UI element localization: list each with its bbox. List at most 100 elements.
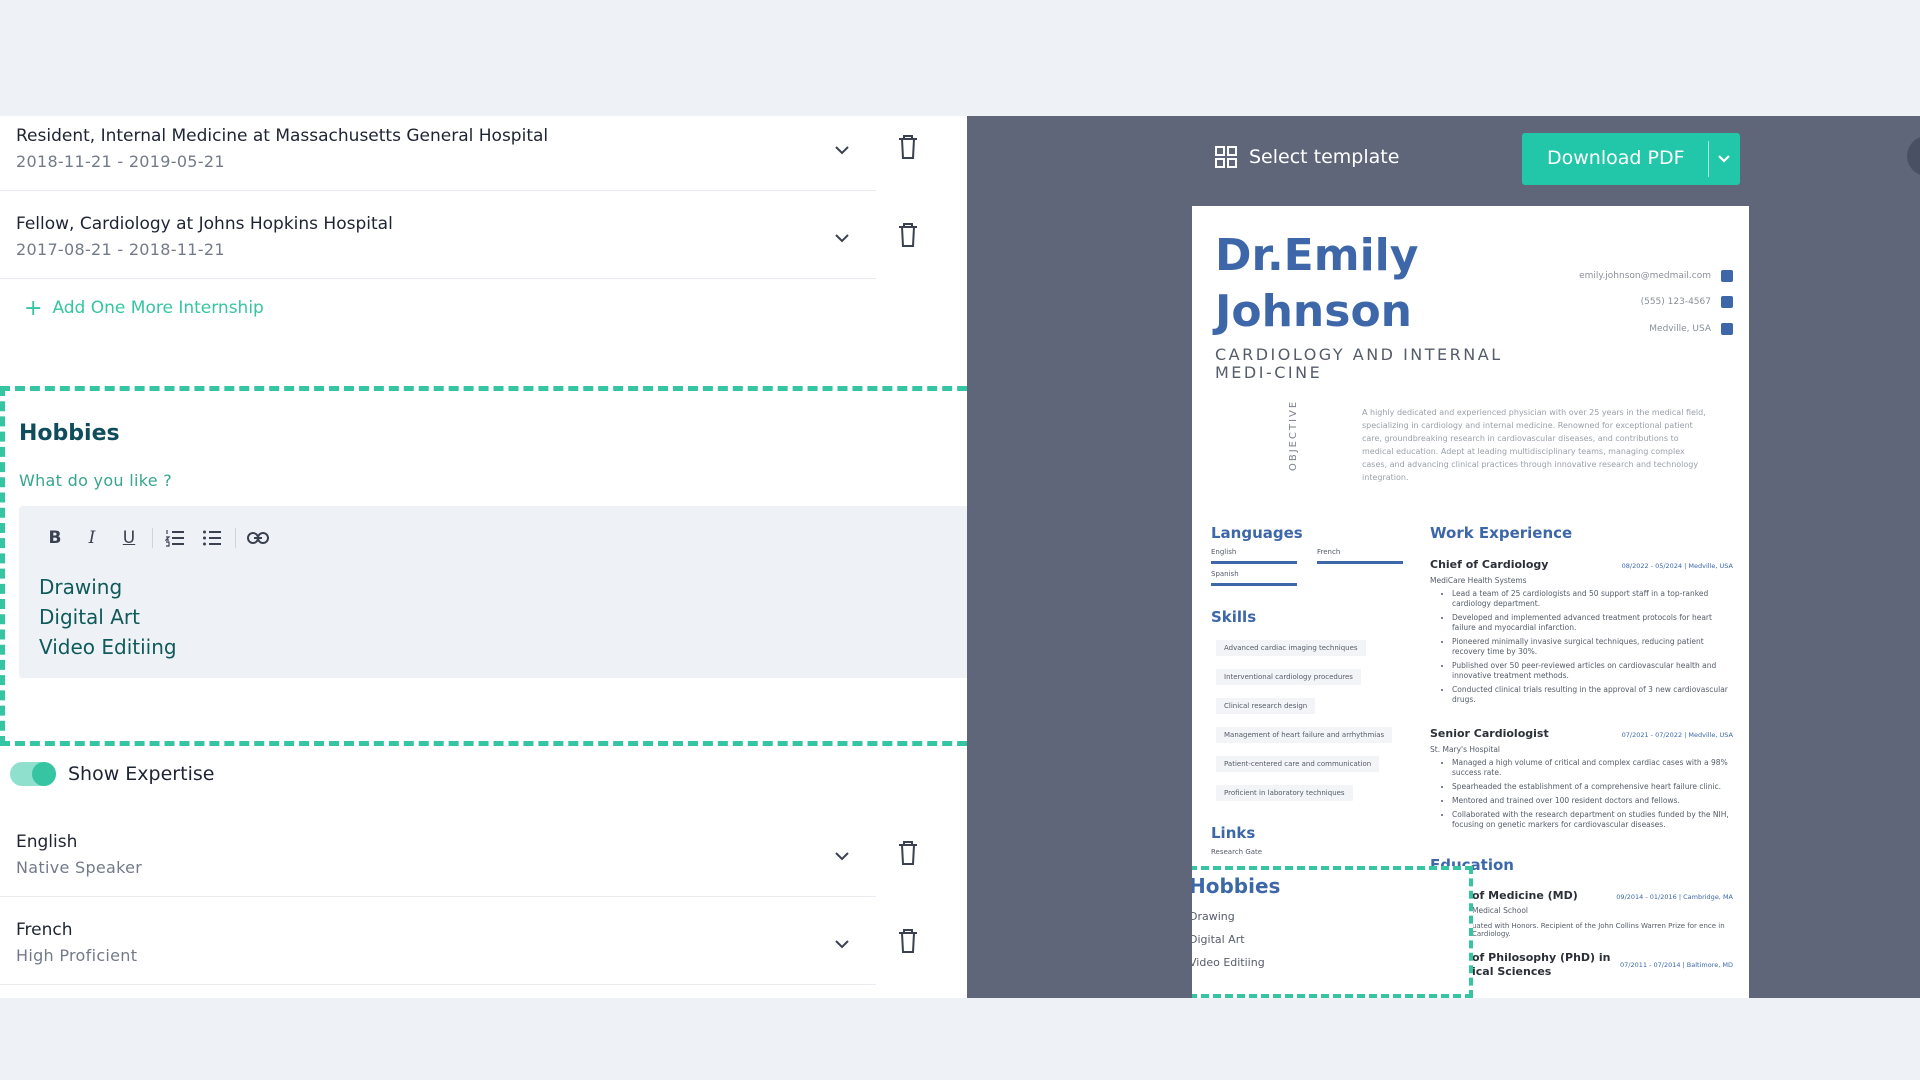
resume-location: Medville, USA	[1649, 323, 1733, 335]
trash-icon[interactable]	[896, 221, 920, 249]
chevron-down-icon[interactable]	[830, 226, 854, 250]
plus-icon: +	[24, 296, 43, 321]
edu-school: Medical School	[1472, 906, 1529, 915]
ordered-list-icon	[165, 530, 184, 547]
edu-title: of Philosophy (PhD) in	[1472, 951, 1611, 964]
chevron-down-icon[interactable]	[830, 932, 854, 956]
edu-note: uated with Honors. Recipient of the John…	[1472, 922, 1725, 938]
lang-bar	[1211, 583, 1297, 586]
trash-icon[interactable]	[896, 839, 920, 867]
edu-title: of Medicine (MD)	[1472, 889, 1578, 902]
resume-hobbies-heading: Hobbies	[1192, 874, 1281, 898]
lang-spanish: Spanish	[1211, 570, 1239, 578]
job-bullet: Mentored and trained over 100 resident d…	[1452, 796, 1730, 806]
mail-icon	[1721, 270, 1733, 282]
job-date: 07/2021 - 07/2022 | Medville, USA	[1621, 731, 1733, 739]
objective-label: OBJECTIVE	[1288, 399, 1299, 471]
hobbies-prompt: What do you like ?	[19, 471, 173, 490]
languages-heading: Languages	[1211, 524, 1303, 542]
chevron-down-icon[interactable]	[830, 844, 854, 868]
hobby-item: Video Editiing	[39, 635, 177, 659]
skill-item: Interventional cardiology procedures	[1216, 669, 1361, 685]
resume-name: Dr.Emily Johnson	[1215, 228, 1418, 340]
skills-heading: Skills	[1211, 608, 1257, 626]
chevron-down-icon[interactable]	[830, 138, 854, 162]
editor-panel: Resident, Internal Medicine at Massachus…	[0, 116, 967, 998]
hobbies-editor-content[interactable]: Drawing Digital Art Video Editiing	[39, 572, 177, 662]
trash-icon[interactable]	[896, 927, 920, 955]
editor-toolbar: B I U	[41, 524, 281, 552]
bullet-list-icon	[203, 530, 221, 546]
link-item: Research Gate	[1211, 848, 1263, 856]
resume-hobbies-section: Hobbies Drawing Digital Art Video Editii…	[1192, 866, 1473, 998]
resume-phone: (555) 123-4567	[1641, 296, 1733, 308]
skill-item: Patient-centered care and communication	[1216, 756, 1380, 772]
language-card[interactable]: English Native Speaker	[0, 822, 876, 897]
select-template-button[interactable]: Select template	[1215, 146, 1399, 168]
hobby-item: Digital Art	[39, 605, 140, 629]
job-title: Chief of Cardiology	[1430, 558, 1549, 571]
resume-hobby-item: Video Editiing	[1192, 956, 1265, 969]
internship-card[interactable]: Fellow, Cardiology at Johns Hopkins Hosp…	[0, 204, 876, 279]
language-level: High Proficient	[16, 946, 138, 965]
internship-dates: 2018-11-21 - 2019-05-21	[16, 152, 225, 171]
grid-icon	[1215, 146, 1237, 168]
language-card[interactable]: French High Proficient	[0, 910, 876, 985]
job-bullet: Developed and implemented advanced treat…	[1452, 613, 1730, 633]
ordered-list-button[interactable]	[161, 524, 189, 552]
work-heading: Work Experience	[1430, 524, 1573, 542]
skill-item: Clinical research design	[1216, 698, 1316, 714]
toolbar-divider	[235, 528, 236, 548]
resume-email-text: emily.johnson@medmail.com	[1579, 271, 1711, 281]
lang-english: English	[1211, 548, 1237, 556]
add-internship-button[interactable]: + Add One More Internship	[24, 296, 264, 321]
internship-card[interactable]: Resident, Internal Medicine at Massachus…	[0, 116, 876, 191]
download-pdf-button[interactable]: Download PDF	[1522, 133, 1740, 185]
trash-icon[interactable]	[896, 133, 920, 161]
show-expertise-toggle[interactable]	[10, 762, 56, 786]
resume-email: emily.johnson@medmail.com	[1579, 270, 1733, 282]
home-icon	[1721, 323, 1733, 335]
resume-preview: Dr.Emily Johnson CARDIOLOGY AND INTERNAL…	[1192, 206, 1749, 998]
objective-text: A highly dedicated and experienced physi…	[1362, 408, 1706, 482]
resume-location-text: Medville, USA	[1649, 324, 1711, 334]
lang-bar	[1317, 561, 1403, 564]
show-expertise-label: Show Expertise	[68, 763, 215, 785]
underline-button[interactable]: U	[115, 524, 143, 552]
job-bullet: Collaborated with the research departmen…	[1452, 810, 1730, 830]
button-divider	[1708, 141, 1709, 177]
hobby-item: Drawing	[39, 575, 123, 599]
bullet-list-button[interactable]	[198, 524, 226, 552]
add-internship-label: Add One More Internship	[52, 298, 264, 318]
edu-title: ical Sciences	[1472, 965, 1552, 978]
job-bullet: Published over 50 peer-reviewed articles…	[1452, 661, 1730, 681]
resume-name-line2: Johnson	[1215, 286, 1412, 337]
link-button[interactable]	[244, 524, 272, 552]
download-pdf-label: Download PDF	[1547, 147, 1685, 169]
edu-date: 07/2011 - 07/2014 | Baltimore, MD	[1620, 961, 1733, 969]
resume-hobby-item: Digital Art	[1192, 933, 1245, 946]
language-name: French	[16, 920, 73, 940]
panel-edge-button[interactable]	[1907, 136, 1920, 176]
link-icon	[247, 532, 269, 544]
hobbies-rich-text-editor[interactable]: B I U Drawing Digital Art Video Editiing	[19, 506, 967, 678]
resume-role: CARDIOLOGY AND INTERNAL MEDI-CINE	[1215, 345, 1503, 382]
job-bullet: Conducted clinical trials resulting in t…	[1452, 685, 1730, 705]
job-bullets: Managed a high volume of critical and co…	[1440, 758, 1730, 834]
chevron-down-icon[interactable]	[1714, 149, 1734, 169]
job-bullet: Lead a team of 25 cardiologists and 50 s…	[1452, 589, 1730, 609]
job-org: St. Mary's Hospital	[1430, 745, 1501, 754]
bold-button[interactable]: B	[41, 524, 69, 552]
skill-item: Management of heart failure and arrhythm…	[1216, 727, 1393, 743]
show-expertise-row: Show Expertise	[10, 762, 214, 786]
job-org: MediCare Health Systems	[1430, 576, 1527, 585]
internship-title: Resident, Internal Medicine at Massachus…	[16, 126, 549, 146]
links-heading: Links	[1211, 824, 1256, 842]
job-bullet: Pioneered minimally invasive surgical te…	[1452, 637, 1730, 657]
internship-dates: 2017-08-21 - 2018-11-21	[16, 240, 225, 259]
language-name: English	[16, 832, 78, 852]
italic-button[interactable]: I	[78, 524, 106, 552]
lang-french: French	[1317, 548, 1341, 556]
hobbies-section: Hobbies What do you like ? B I U Drawing…	[0, 386, 967, 746]
job-title: Senior Cardiologist	[1430, 727, 1549, 740]
